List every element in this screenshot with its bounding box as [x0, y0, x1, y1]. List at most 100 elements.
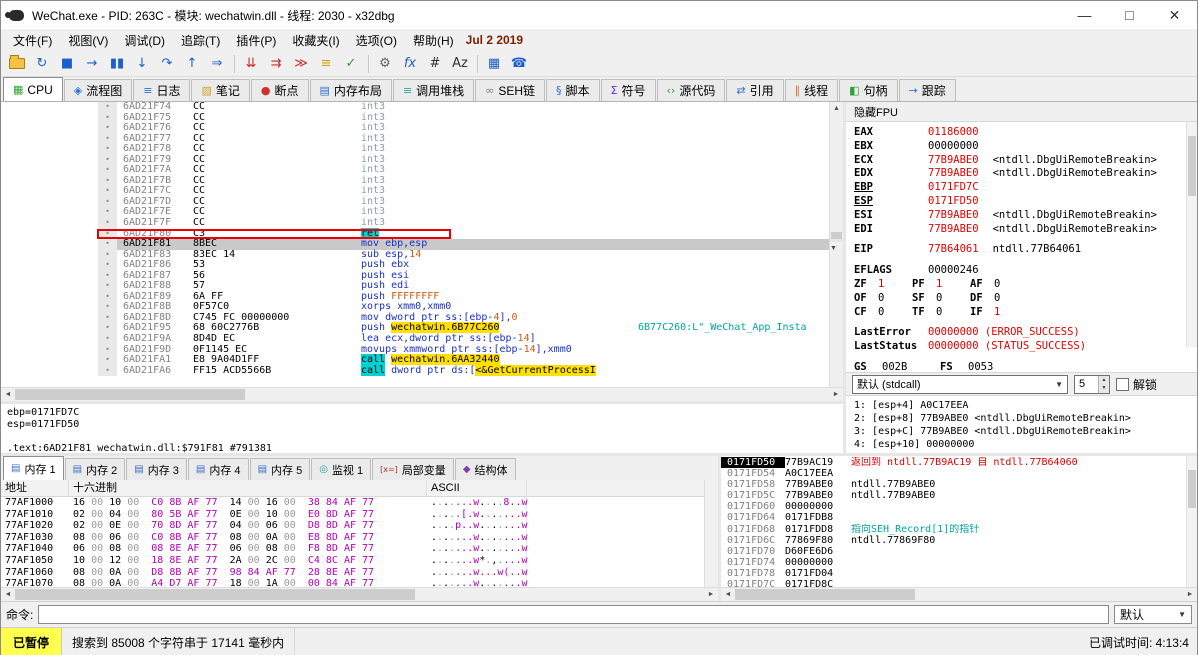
breakpoint-dot-icon[interactable]: •	[98, 250, 117, 261]
close-button[interactable]: ✕	[1152, 1, 1197, 29]
scrollbar-thumb[interactable]	[15, 589, 415, 600]
register-ecx[interactable]: ECX77B9ABE0<ntdll.DbgUiRemoteBreakin>	[854, 154, 1197, 168]
stack-row[interactable]: 0171FD5C77B9ABE0ntdll.77B9ABE0	[721, 490, 1197, 501]
functions-icon[interactable]: fx	[398, 53, 422, 75]
stack-row[interactable]: 0171FD780171FD04	[721, 568, 1197, 579]
flag-if[interactable]: IF1	[970, 306, 1028, 320]
segment-fs[interactable]: FS0053	[940, 361, 1026, 372]
menu-item[interactable]: 选项(O)	[348, 30, 405, 51]
breakpoint-dot-icon[interactable]: •	[98, 239, 117, 250]
run-icon[interactable]: →	[80, 53, 104, 75]
tab-graph[interactable]: ◈流程图	[64, 79, 132, 101]
tab-struct[interactable]: ◆结构体	[455, 458, 516, 480]
scroll-left-icon[interactable]: ◄	[721, 588, 735, 601]
menu-item[interactable]: 追踪(T)	[173, 30, 228, 51]
dump-row[interactable]: 77AF101002 00 04 00 80 5B AF 77 0E 00 10…	[1, 509, 704, 521]
dump-horizontal-scrollbar[interactable]: ◄ ►	[1, 587, 718, 601]
breakpoint-dot-icon[interactable]: •	[98, 176, 117, 187]
stack-row[interactable]: 0171FD7C0171FD8C	[721, 579, 1197, 587]
stack-vertical-scrollbar[interactable]	[1186, 456, 1197, 587]
tab-dump-2[interactable]: ▤内存 2	[65, 458, 126, 480]
dump-row[interactable]: 77AF104006 00 08 00 08 8E AF 77 06 00 08…	[1, 543, 704, 555]
tab-handles[interactable]: ◧句柄	[839, 79, 897, 101]
flag-cf[interactable]: CF0	[854, 306, 912, 320]
disassembly-horizontal-scrollbar[interactable]: ◄ ►	[1, 387, 843, 401]
tab-seh-chain[interactable]: ∞SEH链	[475, 79, 545, 101]
argument-row[interactable]: 2: [esp+8] 77B9ABE0 <ntdll.DbgUiRemoteBr…	[854, 412, 1197, 425]
breakpoint-dot-icon[interactable]: •	[98, 165, 117, 176]
breakpoint-dot-icon[interactable]: •	[98, 207, 117, 218]
disassembly-vertical-scrollbar[interactable]: ▲ ▼	[829, 102, 843, 387]
tab-log[interactable]: ≡日志	[133, 79, 190, 101]
flag-tf[interactable]: TF0	[912, 306, 970, 320]
calling-convention-dropdown[interactable]: 默认 (stdcall) ▼	[852, 375, 1068, 394]
tab-source[interactable]: ‹›源代码	[657, 79, 726, 101]
argument-row[interactable]: 3: [esp+C] 77B9ABE0 <ntdll.DbgUiRemoteBr…	[854, 425, 1197, 438]
patches-icon[interactable]: ✓	[339, 53, 363, 75]
tab-script[interactable]: §脚本	[546, 79, 600, 101]
tab-symbols[interactable]: Σ符号	[601, 79, 656, 101]
breakpoint-dot-icon[interactable]: •	[98, 271, 117, 282]
scroll-right-icon[interactable]: ►	[704, 588, 718, 601]
scrollbar-thumb[interactable]	[1188, 470, 1196, 508]
tab-dump-5[interactable]: ▤内存 5	[250, 458, 311, 480]
dump-row[interactable]: 77AF105010 00 12 00 18 8E AF 77 2A 00 2C…	[1, 555, 704, 567]
step-out-icon[interactable]: ↑	[180, 53, 204, 75]
scrollbar-thumb[interactable]	[15, 389, 245, 400]
breakpoint-dot-icon[interactable]: •	[98, 313, 117, 324]
dump-row[interactable]: 77AF103008 00 06 00 C0 8B AF 77 08 00 0A…	[1, 532, 704, 544]
animate-over-icon[interactable]: ⇉	[264, 53, 288, 75]
dump-row[interactable]: 77AF102002 00 0E 00 70 8D AF 77 04 00 06…	[1, 520, 704, 532]
dump-row[interactable]: 77AF107008 00 0A 00 A4 D7 AF 77 18 00 1A…	[1, 578, 704, 587]
breakpoint-dot-icon[interactable]: •	[98, 281, 117, 292]
register-lasterror[interactable]: LastError00000000 (ERROR_SUCCESS)	[854, 326, 1197, 340]
attach-icon[interactable]: ☎	[507, 53, 531, 75]
breakpoint-dot-icon[interactable]: •	[98, 260, 117, 271]
breakpoint-dot-icon[interactable]: •	[98, 302, 117, 313]
stack-row[interactable]: 0171FD54A0C17EEA	[721, 468, 1197, 479]
flag-df[interactable]: DF0	[970, 292, 1028, 306]
register-eflags[interactable]: EFLAGS00000246	[854, 264, 1197, 278]
menu-item[interactable]: 帮助(H)	[405, 30, 462, 51]
stack-row[interactable]: 0171FD70D60FE6D6	[721, 546, 1197, 557]
breakpoint-dot-icon[interactable]: •	[98, 345, 117, 356]
dump-row[interactable]: 77AF106008 00 0A 00 D8 8B AF 77 98 84 AF…	[1, 567, 704, 579]
command-input[interactable]	[38, 605, 1109, 624]
argument-row[interactable]: 4: [esp+10] 00000000	[854, 438, 1197, 451]
hide-fpu-button[interactable]: 隐藏FPU	[854, 104, 898, 120]
settings-icon[interactable]: ⚙	[373, 53, 397, 75]
command-profile-dropdown[interactable]: 默认 ▼	[1114, 605, 1192, 624]
log-toolbar-icon[interactable]: ≡	[314, 53, 338, 75]
breakpoint-dot-icon[interactable]: •	[98, 334, 117, 345]
maximize-button[interactable]: □	[1107, 1, 1152, 29]
register-esp[interactable]: ESP0171FD50	[854, 195, 1197, 209]
flag-zf[interactable]: ZF1	[854, 278, 912, 292]
pause-icon[interactable]: ▮▮	[105, 53, 129, 75]
tab-watch-1[interactable]: ◎监视 1	[311, 458, 371, 480]
tab-trace[interactable]: →跟踪	[899, 79, 956, 101]
tab-locals[interactable]: [x=]局部变量	[372, 458, 454, 480]
register-eax[interactable]: EAX01186000	[854, 126, 1197, 140]
scroll-up-icon[interactable]: ▲	[830, 102, 843, 115]
scroll-right-icon[interactable]: ►	[829, 388, 843, 401]
breakpoint-dot-icon[interactable]: •	[98, 355, 117, 366]
segment-gs[interactable]: GS002B	[854, 361, 940, 372]
disasm-row[interactable]: •6AD21F7FCCint3	[1, 218, 829, 229]
flag-pf[interactable]: PF1	[912, 278, 970, 292]
stop-icon[interactable]: ■	[55, 53, 79, 75]
tab-memory-map[interactable]: ▤内存布局	[310, 79, 392, 101]
tab-references[interactable]: ⇄引用	[726, 79, 783, 101]
disasm-row[interactable]: •6AD21FA6FF15 ACD5566Bcall dword ptr ds:…	[1, 366, 829, 377]
stack-horizontal-scrollbar[interactable]: ◄ ►	[721, 587, 1197, 601]
menu-item[interactable]: 文件(F)	[5, 30, 60, 51]
breakpoint-dot-icon[interactable]: •	[98, 218, 117, 229]
stack-row[interactable]: 0171FD680171FDD8指向SEH_Record[1]的指针	[721, 524, 1197, 535]
stack-row[interactable]: 0171FD5077B9AC19返回到 ntdll.77B9AC19 自 ntd…	[721, 457, 1197, 468]
tab-dump-3[interactable]: ▤内存 3	[126, 458, 187, 480]
breakpoint-dot-icon[interactable]: •	[98, 292, 117, 303]
breakpoint-dot-icon[interactable]: •	[98, 144, 117, 155]
flag-of[interactable]: OF0	[854, 292, 912, 306]
restart-icon[interactable]: ↻	[30, 53, 54, 75]
scrollbar-thumb[interactable]	[1188, 136, 1196, 196]
tab-dump-4[interactable]: ▤内存 4	[188, 458, 249, 480]
